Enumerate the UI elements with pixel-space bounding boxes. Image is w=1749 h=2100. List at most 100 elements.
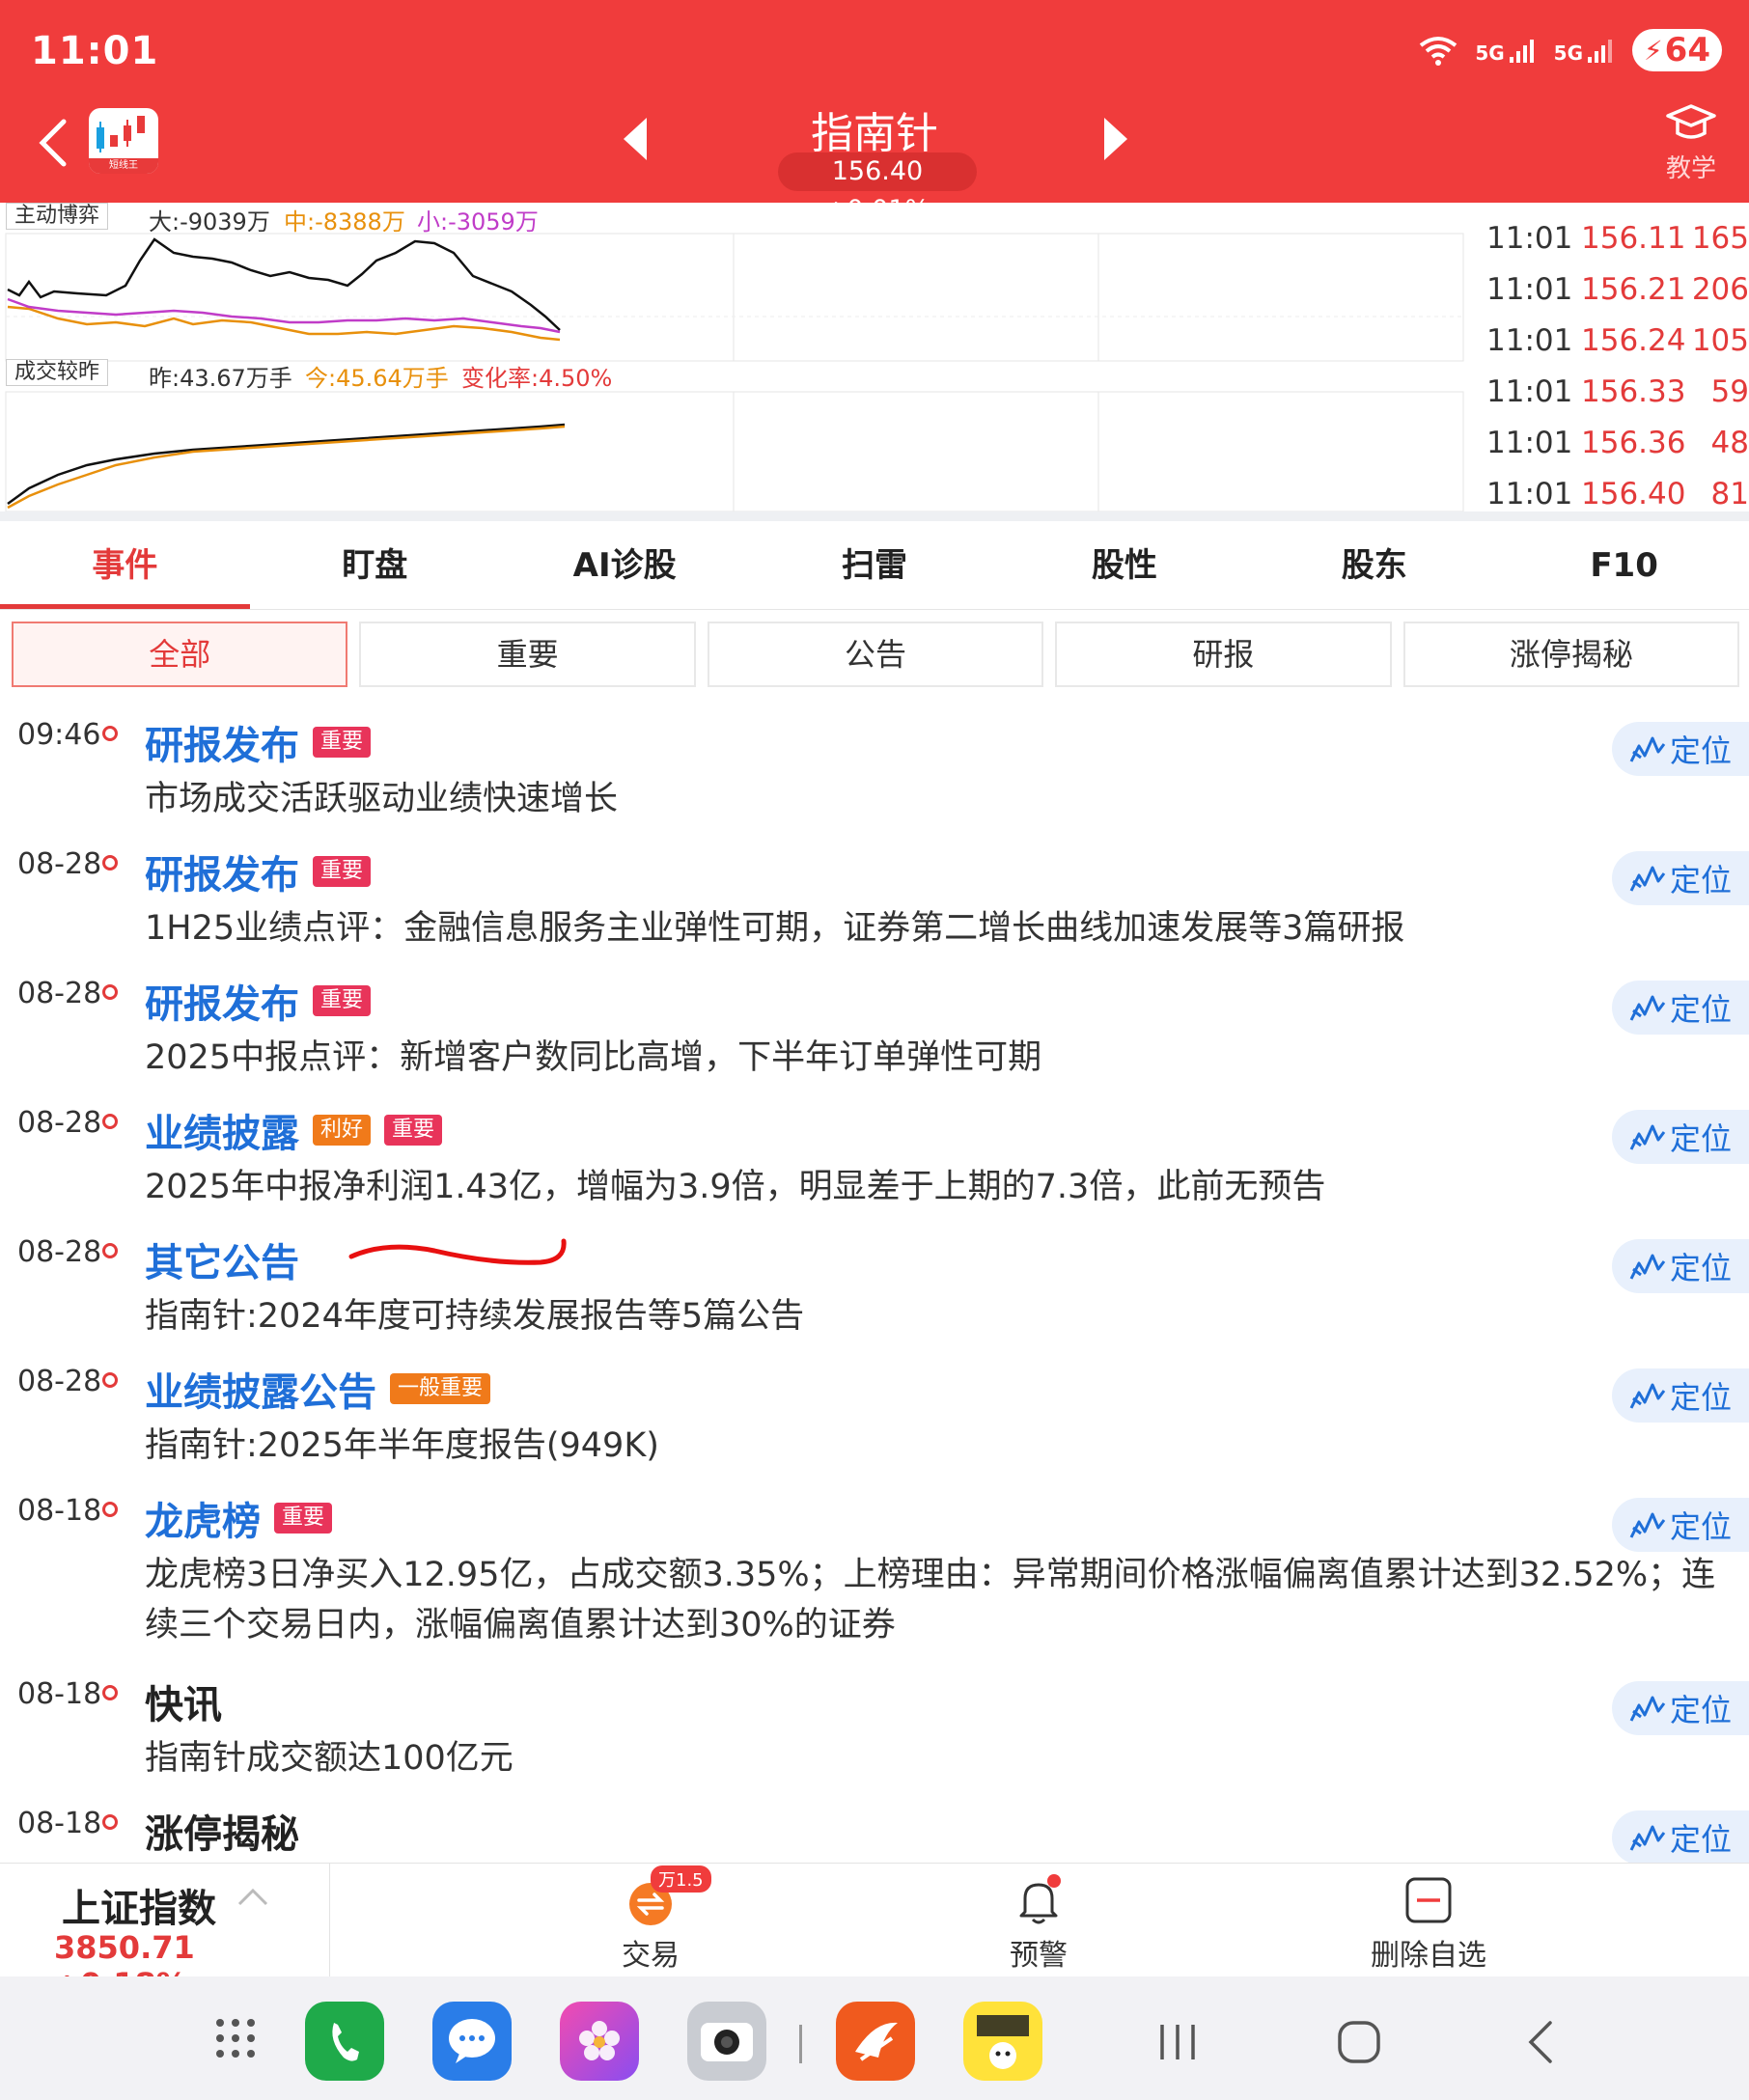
tab-risk-scan[interactable]: 扫雷 [750, 521, 1000, 609]
locate-button[interactable]: 定位 [1612, 851, 1749, 905]
legend-mid: 中:-8388万 [284, 208, 405, 235]
event-title: 业绩披露 [145, 1112, 299, 1156]
tab-f10[interactable]: F10 [1499, 521, 1749, 609]
network-label-2: 5G [1553, 41, 1583, 65]
tick-time: 11:01 [1486, 373, 1573, 409]
event-date: 09:46 [17, 718, 101, 752]
panel2-label[interactable]: 成交较昨 [6, 359, 109, 386]
event-description[interactable]: 市场成交活跃驱动业绩快速增长 [145, 774, 1718, 824]
locate-chart-icon [1629, 1124, 1666, 1150]
locate-label: 定位 [1670, 732, 1733, 769]
main-tabs: 事件 盯盘 AI诊股 扫雷 股性 股东 F10 [0, 521, 1749, 610]
event-title-row[interactable]: 龙虎榜 重要 [145, 1490, 333, 1546]
locate-label: 定位 [1670, 1250, 1733, 1286]
event-badge: 重要 [313, 985, 372, 1016]
event-date: 08-28 [17, 977, 102, 1010]
locate-button[interactable]: 定位 [1612, 981, 1749, 1035]
event-title: 龙虎榜 [145, 1500, 261, 1544]
alert-button[interactable]: 预警 [942, 1864, 1135, 1977]
locate-button[interactable]: 定位 [1612, 1239, 1749, 1293]
event-title-row[interactable]: 涨停揭秘 [145, 1803, 299, 1859]
tick-price: 156.24 [1581, 322, 1686, 358]
locate-button[interactable]: 定位 [1612, 1681, 1749, 1735]
alert-label: 预警 [1010, 1939, 1068, 1973]
home-nav-icon[interactable] [1336, 2019, 1382, 2065]
recent-app-icon-1[interactable] [836, 2002, 915, 2081]
event-badge: 一般重要 [390, 1373, 491, 1404]
teach-button[interactable]: 教学 [1652, 100, 1730, 184]
tab-ai-diagnosis[interactable]: AI诊股 [500, 521, 750, 609]
locate-label: 定位 [1670, 1379, 1733, 1416]
event-title-row[interactable]: 其它公告 [145, 1231, 299, 1287]
camera-app-icon[interactable] [687, 2002, 766, 2081]
section-divider [0, 511, 1749, 521]
event-description[interactable]: 2025中报点评：新增客户数同比高增，下半年订单弹性可期 [145, 1033, 1718, 1083]
locate-label: 定位 [1670, 862, 1733, 898]
event-date: 08-18 [17, 1494, 102, 1528]
panel1-label[interactable]: 主动博弈 [6, 203, 109, 230]
tab-watch[interactable]: 盯盘 [250, 521, 500, 609]
locate-button[interactable]: 定位 [1612, 1368, 1749, 1423]
event-title-row[interactable]: 快讯 [145, 1673, 222, 1729]
tab-stock-character[interactable]: 股性 [999, 521, 1249, 609]
filter-research[interactable]: 研报 [1055, 622, 1392, 687]
intraday-chart-area: 主动博弈 大:-9039万 中:-8388万 小:-3059万 成交较昨 昨:4… [0, 203, 1749, 511]
recents-nav-icon[interactable] [1154, 2021, 1201, 2063]
filter-limit-up[interactable]: 涨停揭秘 [1402, 622, 1740, 687]
remove-watchlist-button[interactable]: 删除自选 [1332, 1864, 1525, 1977]
locate-button[interactable]: 定位 [1612, 1110, 1749, 1164]
charging-icon: ⚡ [1644, 34, 1663, 67]
locate-button[interactable]: 定位 [1612, 722, 1749, 776]
tick-time: 11:01 [1486, 476, 1573, 511]
filter-important[interactable]: 重要 [359, 622, 696, 687]
filter-announcement[interactable]: 公告 [707, 622, 1044, 687]
tick-volume: 48 [1710, 425, 1749, 460]
event-description[interactable]: 指南针成交额达100亿元 [145, 1733, 1718, 1783]
event-description[interactable]: 龙虎榜3日净买入12.95亿，占成交额3.35%；上榜理由：异常期间价格涨幅偏离… [145, 1550, 1718, 1650]
event-filters: 全部 重要 公告 研报 涨停揭秘 [12, 622, 1740, 687]
wifi-icon [1420, 37, 1458, 66]
tick-time: 11:01 [1486, 220, 1573, 256]
app-drawer-icon[interactable] [212, 2015, 259, 2061]
event-description[interactable]: 2025年中报净利润1.43亿，增幅为3.9倍，明显差于上期的7.3倍，此前无预… [145, 1162, 1718, 1212]
gallery-app-icon[interactable] [560, 2002, 639, 2081]
stock-price: 156.40 +0.01% [778, 152, 977, 225]
event-title: 业绩披露公告 [145, 1370, 376, 1415]
event-title-row[interactable]: 研报发布 重要 [145, 714, 372, 770]
messages-app-icon[interactable] [432, 2002, 512, 2081]
status-time: 11:01 [31, 29, 159, 73]
tick-price: 156.40 [1581, 476, 1686, 511]
back-nav-icon[interactable] [1521, 2019, 1560, 2065]
next-stock-icon[interactable] [1104, 118, 1127, 160]
recent-app-icon-2[interactable] [963, 2002, 1042, 2081]
handwritten-underline [348, 1238, 567, 1265]
trade-button[interactable]: 万1.5 交易 [554, 1864, 747, 1977]
status-bar: 11:01 5G 5G ⚡ 64 [0, 0, 1749, 97]
event-badge: 利好 [313, 1115, 372, 1146]
tick-price: 156.33 [1581, 373, 1686, 409]
phone-app-icon[interactable] [305, 2002, 384, 2081]
locate-button[interactable]: 定位 [1612, 1498, 1749, 1552]
event-title-row[interactable]: 研报发布 重要 [145, 973, 372, 1029]
timeline-dot [102, 855, 118, 870]
event-badge: 重要 [313, 727, 372, 758]
event-description[interactable]: 指南针:2025年半年度报告(949K) [145, 1421, 1718, 1471]
event-title-row[interactable]: 研报发布 重要 [145, 843, 372, 899]
tick-volume: 105 [1691, 322, 1749, 358]
event-description[interactable]: 1H25业绩点评：金融信息服务主业弹性可期，证券第二增长曲线加速发展等3篇研报 [145, 903, 1718, 953]
index-ticker[interactable]: 上证指数 3850.71 +0.18% [0, 1864, 330, 2003]
minus-square-icon [1405, 1877, 1452, 1923]
tab-events[interactable]: 事件 [0, 521, 250, 609]
panel1-frame [5, 233, 1464, 362]
trade-label: 交易 [622, 1939, 680, 1973]
event-description[interactable]: 指南针:2024年度可持续发展报告等5篇公告 [145, 1291, 1718, 1341]
tab-shareholders[interactable]: 股东 [1249, 521, 1499, 609]
locate-chart-icon [1629, 1254, 1666, 1280]
event-title-row[interactable]: 业绩披露公告 一般重要 [145, 1361, 491, 1417]
event-title-row[interactable]: 业绩披露 利好 重要 [145, 1102, 443, 1158]
locate-label: 定位 [1670, 1508, 1733, 1545]
filter-all[interactable]: 全部 [12, 622, 348, 687]
tick-price: 156.21 [1581, 271, 1686, 307]
locate-button[interactable]: 定位 [1612, 1810, 1749, 1863]
teach-label: 教学 [1665, 154, 1716, 183]
